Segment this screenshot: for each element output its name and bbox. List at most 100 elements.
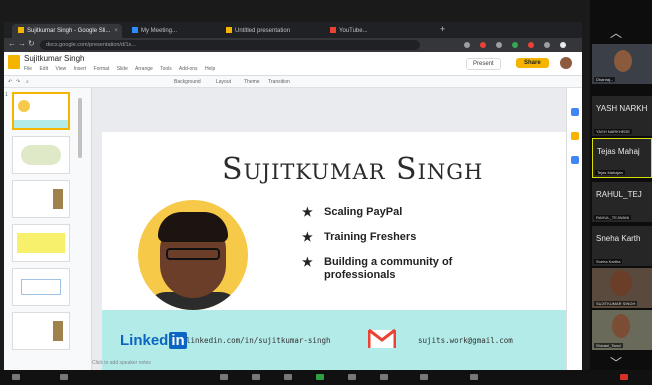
participant-video [614, 50, 632, 72]
reactions-icon[interactable] [380, 374, 388, 380]
bullet-item: ★ Scaling PayPal [302, 205, 403, 219]
slide-thumbnail[interactable] [12, 268, 70, 306]
zoom-icon[interactable]: ⌕ [26, 79, 29, 85]
chevron-down-icon[interactable]: ﹀ [610, 354, 622, 371]
linkedin-url: linkedin.com/in/sujitkumar-singh [186, 336, 331, 345]
slides-favicon-icon [226, 27, 232, 34]
toolbar-button[interactable]: Layout [216, 79, 231, 85]
star-icon: ★ [302, 230, 313, 244]
slides-toolbar: ↶ ↷ ⌕ Background Layout Theme Transition [4, 76, 582, 88]
close-icon[interactable]: × [114, 28, 118, 34]
slides-favicon-icon [18, 27, 24, 34]
slide-filmstrip: 1 [4, 88, 92, 370]
slides-header: Sujitkumar Singh File Edit View Insert F… [4, 52, 582, 76]
url-input[interactable]: docs.google.com/presentation/d/1s... [40, 40, 420, 50]
participant-tile[interactable]: Dhanraj... [592, 44, 652, 84]
current-slide[interactable]: Sujitkumar Singh ★ Scaling PayPal ★ Traini… [102, 132, 580, 370]
bullet-item: ★ Training Freshers [302, 230, 417, 244]
menu-item[interactable]: Help [205, 66, 215, 72]
speaker-photo [138, 200, 248, 310]
security-icon[interactable] [220, 374, 228, 380]
menu-item[interactable]: Add-ons [179, 66, 198, 72]
browser-tab[interactable]: Untitled presentation [220, 24, 320, 38]
menu-item[interactable]: Format [94, 66, 110, 72]
extension-icon[interactable] [512, 42, 518, 48]
slide-thumbnail[interactable] [12, 136, 70, 174]
slide-thumbnail[interactable] [12, 92, 70, 130]
zoom-screen-share: Sujitkumar Singh - Google Sli... × My Mee… [0, 0, 652, 385]
menu-bar: File Edit View Insert Format Slide Arran… [24, 66, 221, 72]
star-icon: ★ [302, 255, 313, 269]
slide-thumbnail[interactable] [12, 312, 70, 350]
forward-icon[interactable]: → [18, 39, 26, 48]
participant-tile[interactable]: YASH NARKH YASH NARKHEDE [592, 96, 652, 136]
menu-item[interactable]: Insert [74, 66, 87, 72]
slide-title: Sujitkumar Singh [222, 152, 484, 187]
star-icon: ★ [302, 205, 313, 219]
menu-item[interactable]: Edit [39, 66, 48, 72]
filmstrip-scrollbar[interactable] [78, 98, 82, 158]
participant-tile[interactable]: Tejas Mahaj Tejas Mahajan [592, 138, 652, 178]
mute-icon[interactable] [12, 374, 20, 380]
undo-icon[interactable]: ↶ [8, 79, 12, 85]
browser-tab[interactable]: Sujitkumar Singh - Google Sli... × [12, 24, 122, 38]
browser-tab[interactable]: My Meeting... [126, 24, 216, 38]
participant-video [610, 270, 632, 296]
slide-number: 1 [5, 92, 8, 98]
extension-icon[interactable] [496, 42, 502, 48]
participant-tile[interactable]: Shivani_Tanvi [592, 310, 652, 350]
zoom-toolbar [0, 370, 652, 385]
toolbar-button[interactable]: Background [174, 79, 201, 85]
present-button[interactable]: Present [466, 58, 501, 70]
participant-tile[interactable]: Sneha Karth Sneha Kartha [592, 226, 652, 266]
linkedin-logo-icon: Linked in [120, 332, 187, 349]
profile-icon[interactable] [560, 42, 566, 48]
menu-item[interactable]: Arrange [135, 66, 153, 72]
more-icon[interactable] [470, 374, 478, 380]
slides-logo-icon [8, 55, 20, 69]
keep-icon[interactable] [571, 132, 579, 140]
youtube-favicon-icon [330, 27, 336, 34]
slide-thumbnail[interactable] [12, 180, 70, 218]
extension-icon[interactable] [464, 42, 470, 48]
browser-tab[interactable]: YouTube... [324, 24, 434, 38]
leave-icon[interactable] [620, 374, 628, 380]
gmail-logo-icon [368, 328, 396, 348]
back-icon[interactable]: ← [8, 39, 16, 48]
toolbar-button[interactable]: Transition [268, 79, 290, 85]
chevron-up-icon[interactable]: ︿ [610, 24, 622, 41]
bullet-item: ★ Building a community of professionals [302, 255, 453, 282]
apps-icon[interactable] [420, 374, 428, 380]
share-button[interactable]: Share [516, 58, 549, 68]
shared-browser-window: Sujitkumar Singh - Google Sli... × My Mee… [4, 22, 582, 370]
participant-tile[interactable]: SUJITKUMAR SINGH [592, 268, 652, 308]
menu-item[interactable]: File [24, 66, 32, 72]
side-panel [566, 88, 582, 370]
menu-item[interactable]: View [55, 66, 66, 72]
bullet-list: ★ Scaling PayPal ★ Training Freshers ★ Buil… [302, 206, 492, 294]
tasks-icon[interactable] [571, 156, 579, 164]
reload-icon[interactable]: ↻ [28, 39, 35, 48]
menu-item[interactable]: Slide [117, 66, 128, 72]
slide-thumbnail[interactable] [12, 224, 70, 262]
share-screen-icon[interactable] [316, 374, 324, 380]
speaker-notes[interactable]: Click to add speaker notes [92, 360, 151, 366]
participants-icon[interactable] [252, 374, 260, 380]
extension-icon[interactable] [480, 42, 486, 48]
browser-tab-bar: Sujitkumar Singh - Google Sli... × My Mee… [4, 22, 582, 38]
extension-icon[interactable] [544, 42, 550, 48]
chat-icon[interactable] [284, 374, 292, 380]
toolbar-button[interactable]: Theme [244, 79, 260, 85]
document-title[interactable]: Sujitkumar Singh [24, 54, 84, 63]
record-icon[interactable] [348, 374, 356, 380]
new-tab-icon[interactable]: + [440, 24, 445, 34]
extension-icon[interactable] [528, 42, 534, 48]
redo-icon[interactable]: ↷ [16, 79, 20, 85]
menu-item[interactable]: Tools [160, 66, 172, 72]
avatar[interactable] [560, 57, 572, 69]
participant-tile[interactable]: RAHUL_TEJ RAHUL_TEJWANI [592, 182, 652, 222]
zoom-favicon-icon [132, 27, 138, 34]
video-icon[interactable] [60, 374, 68, 380]
calendar-icon[interactable] [571, 108, 579, 116]
contact-footer: Linked in linkedin.com/in/sujitkumar-sing… [102, 310, 580, 370]
